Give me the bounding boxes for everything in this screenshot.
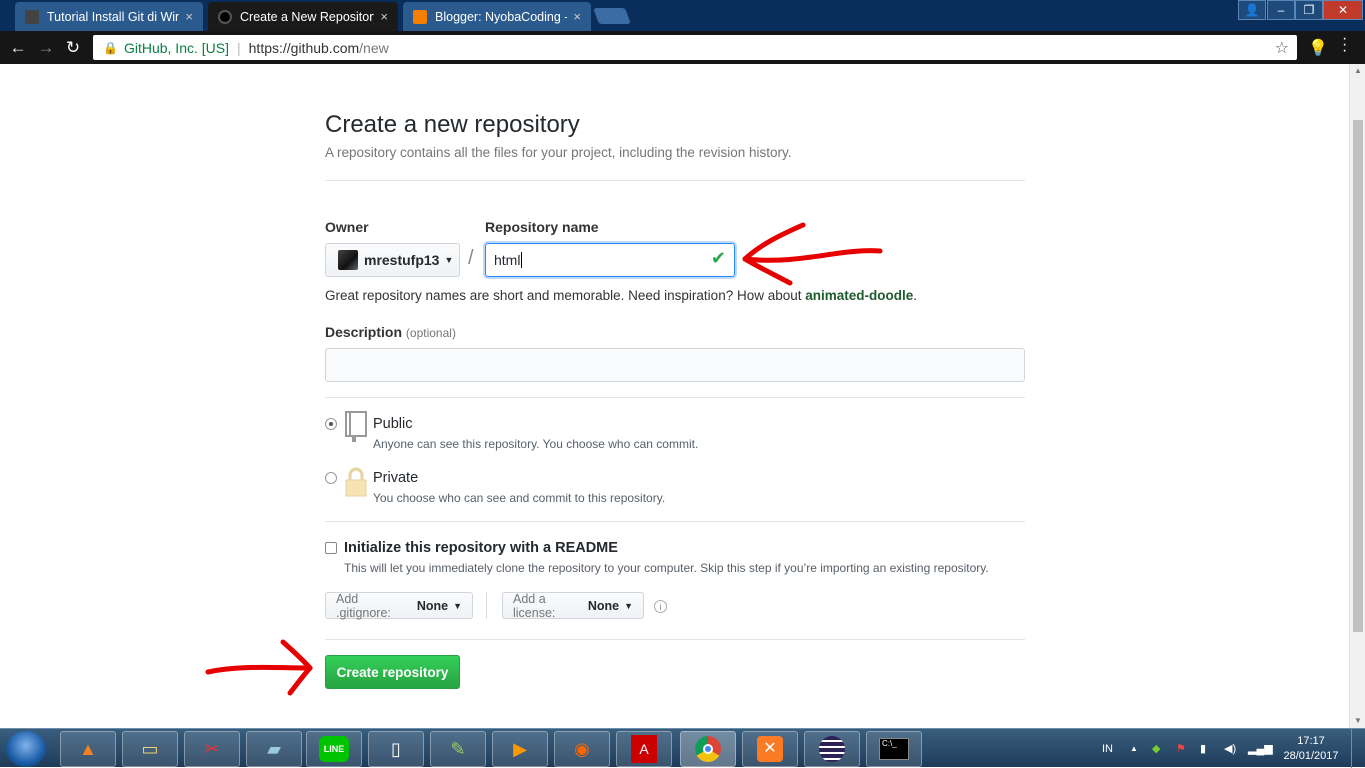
action-center-icon[interactable]: ⚑	[1176, 729, 1186, 768]
annotation-arrow-button-shaft	[205, 664, 313, 675]
system-clock[interactable]: 17:17 28/01/2017	[1281, 734, 1341, 764]
eclipse-icon[interactable]	[804, 731, 860, 767]
start-button[interactable]	[6, 731, 46, 767]
signal-icon[interactable]: ▂▄▆	[1248, 729, 1273, 768]
power-icon[interactable]: ▮	[1200, 729, 1206, 768]
document-icon[interactable]: ▯	[368, 731, 424, 767]
windows-taskbar: ▲ ▭ ✂ ▰ LINE ▯ ✎ ▶ ◉ A ✕ C:\_ IN ▲ ◆ ⚑ ▮…	[0, 728, 1365, 768]
vlc-icon[interactable]: ▲	[60, 731, 116, 767]
uc-browser-icon[interactable]: ◉	[554, 731, 610, 767]
cmd-icon[interactable]: C:\_	[866, 731, 922, 767]
file-explorer-icon[interactable]: ▭	[122, 731, 178, 767]
xampp-icon[interactable]: ✕	[742, 731, 798, 767]
snipping-tool-icon[interactable]: ✂	[184, 731, 240, 767]
media-player-icon[interactable]: ▶	[492, 731, 548, 767]
annotation-arrow-repo-shaft	[742, 248, 883, 263]
acrobat-icon[interactable]: A	[616, 731, 672, 767]
volume-icon[interactable]: ◀)	[1224, 729, 1236, 768]
annotation-arrows	[205, 222, 883, 696]
notepad-icon[interactable]: ▰	[246, 731, 302, 767]
clock-time: 17:17	[1297, 735, 1325, 747]
clock-date: 28/01/2017	[1283, 750, 1339, 762]
chrome-icon[interactable]	[680, 731, 736, 767]
show-desktop-button[interactable]	[1351, 729, 1365, 768]
show-hidden-icons-icon[interactable]: ▲	[1130, 729, 1138, 768]
language-indicator[interactable]: IN	[1102, 729, 1113, 768]
notepad-plus-icon[interactable]: ✎	[430, 731, 486, 767]
nvidia-icon[interactable]: ◆	[1152, 729, 1160, 768]
annotation-arrow-repo-head	[742, 222, 806, 286]
line-icon[interactable]: LINE	[306, 731, 362, 767]
